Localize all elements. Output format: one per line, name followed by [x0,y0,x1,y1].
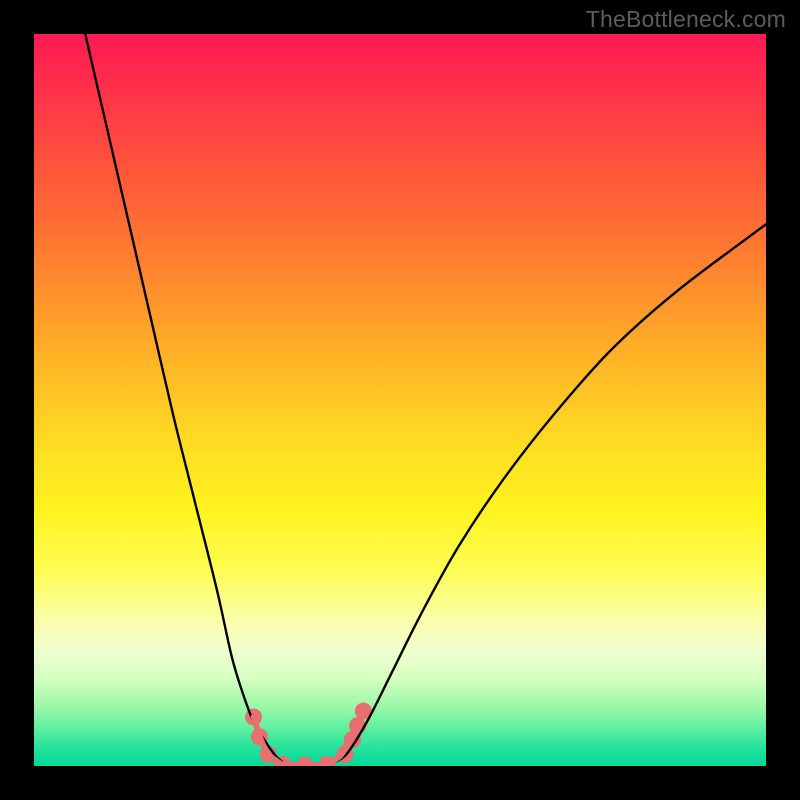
curve-right-branch [334,224,766,762]
chart-svg [34,34,766,766]
watermark-text: TheBottleneck.com [586,6,786,33]
curve-left-branch [85,34,283,762]
plot-area [34,34,766,766]
outer-frame: TheBottleneck.com [0,0,800,800]
